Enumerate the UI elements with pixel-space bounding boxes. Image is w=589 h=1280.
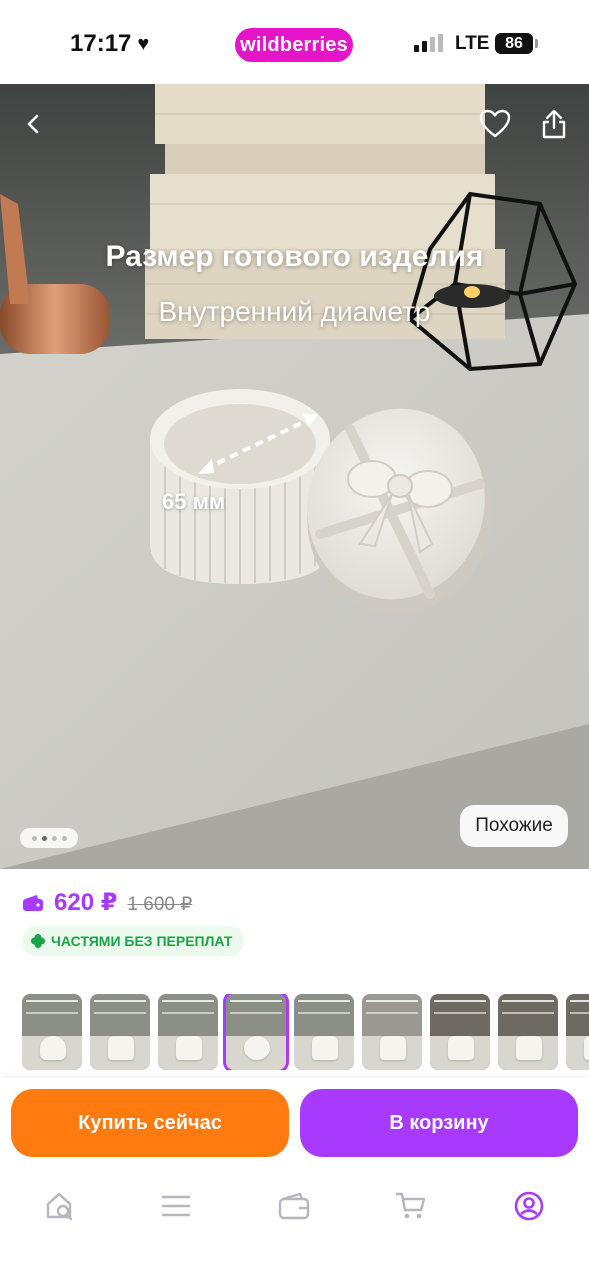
variant-thumb[interactable] xyxy=(158,994,218,1070)
bottom-navigation xyxy=(0,1170,589,1280)
add-to-cart-button[interactable]: В корзину xyxy=(300,1089,578,1157)
nav-home[interactable] xyxy=(38,1184,82,1228)
wallet-icon xyxy=(278,1192,310,1220)
nav-profile[interactable] xyxy=(507,1184,551,1228)
image-caption-title: Размер готового изделия xyxy=(105,240,484,273)
share-icon xyxy=(542,109,566,139)
dimension-label: 65 мм xyxy=(162,489,226,514)
variant-thumb[interactable] xyxy=(90,994,150,1070)
battery-indicator: 86 xyxy=(495,33,533,54)
battery-tip xyxy=(535,39,538,48)
pagination-dot xyxy=(31,835,37,841)
home-search-icon xyxy=(46,1192,73,1221)
nav-catalog[interactable] xyxy=(154,1184,198,1228)
share-button[interactable] xyxy=(532,102,576,146)
buy-now-button[interactable]: Купить сейчас xyxy=(11,1089,289,1157)
installment-badge[interactable]: ЧАСТЯМИ БЕЗ ПЕРЕПЛАТ xyxy=(22,926,245,956)
variant-thumb[interactable] xyxy=(22,994,82,1070)
pagination-dot xyxy=(51,835,57,841)
current-price: 620 ₽ xyxy=(54,889,118,916)
price-row: 620 ₽ 1 600 ₽ xyxy=(22,888,192,917)
signal-icon xyxy=(414,34,443,52)
product-photo[interactable]: Размер готового изделия Внутренний диаме… xyxy=(0,84,589,869)
variant-thumbnails[interactable] xyxy=(22,994,589,1070)
product-image xyxy=(0,84,589,869)
wallet-price-icon xyxy=(23,895,43,911)
pagination-dot-active xyxy=(41,835,47,841)
variant-thumb[interactable] xyxy=(498,994,558,1070)
brand-logo[interactable]: wildberries xyxy=(235,28,353,62)
clover-icon xyxy=(31,934,45,948)
gallery-pagination[interactable] xyxy=(20,828,78,848)
profile-icon xyxy=(514,1191,544,1221)
status-time: 17:17 ♥ xyxy=(70,30,149,58)
old-price: 1 600 ₽ xyxy=(127,894,193,915)
image-caption-subtitle: Внутренний диаметр xyxy=(158,296,431,327)
network-type: LTE xyxy=(455,33,490,54)
chevron-left-icon xyxy=(27,114,39,134)
heart-icon xyxy=(479,109,511,138)
variant-thumb[interactable] xyxy=(362,994,422,1070)
catalog-icon xyxy=(161,1195,191,1217)
heart-status-icon: ♥ xyxy=(137,32,150,55)
nav-wallet[interactable] xyxy=(272,1184,316,1228)
cart-icon xyxy=(395,1192,426,1219)
variant-thumb[interactable] xyxy=(566,994,589,1070)
similar-button[interactable]: Похожие xyxy=(460,805,568,847)
variant-thumb[interactable] xyxy=(430,994,490,1070)
pagination-dot xyxy=(61,835,67,841)
back-button[interactable] xyxy=(12,102,56,146)
variant-thumb-selected[interactable] xyxy=(223,994,289,1070)
installment-label: ЧАСТЯМИ БЕЗ ПЕРЕПЛАТ xyxy=(51,933,233,949)
action-bar: Купить сейчас В корзину xyxy=(0,1078,589,1170)
time-text: 17:17 xyxy=(70,30,132,57)
variant-thumb[interactable] xyxy=(294,994,354,1070)
favorite-button[interactable] xyxy=(473,102,517,146)
nav-cart[interactable] xyxy=(389,1184,433,1228)
status-bar: 17:17 ♥ wildberries LTE 86 xyxy=(0,0,589,84)
